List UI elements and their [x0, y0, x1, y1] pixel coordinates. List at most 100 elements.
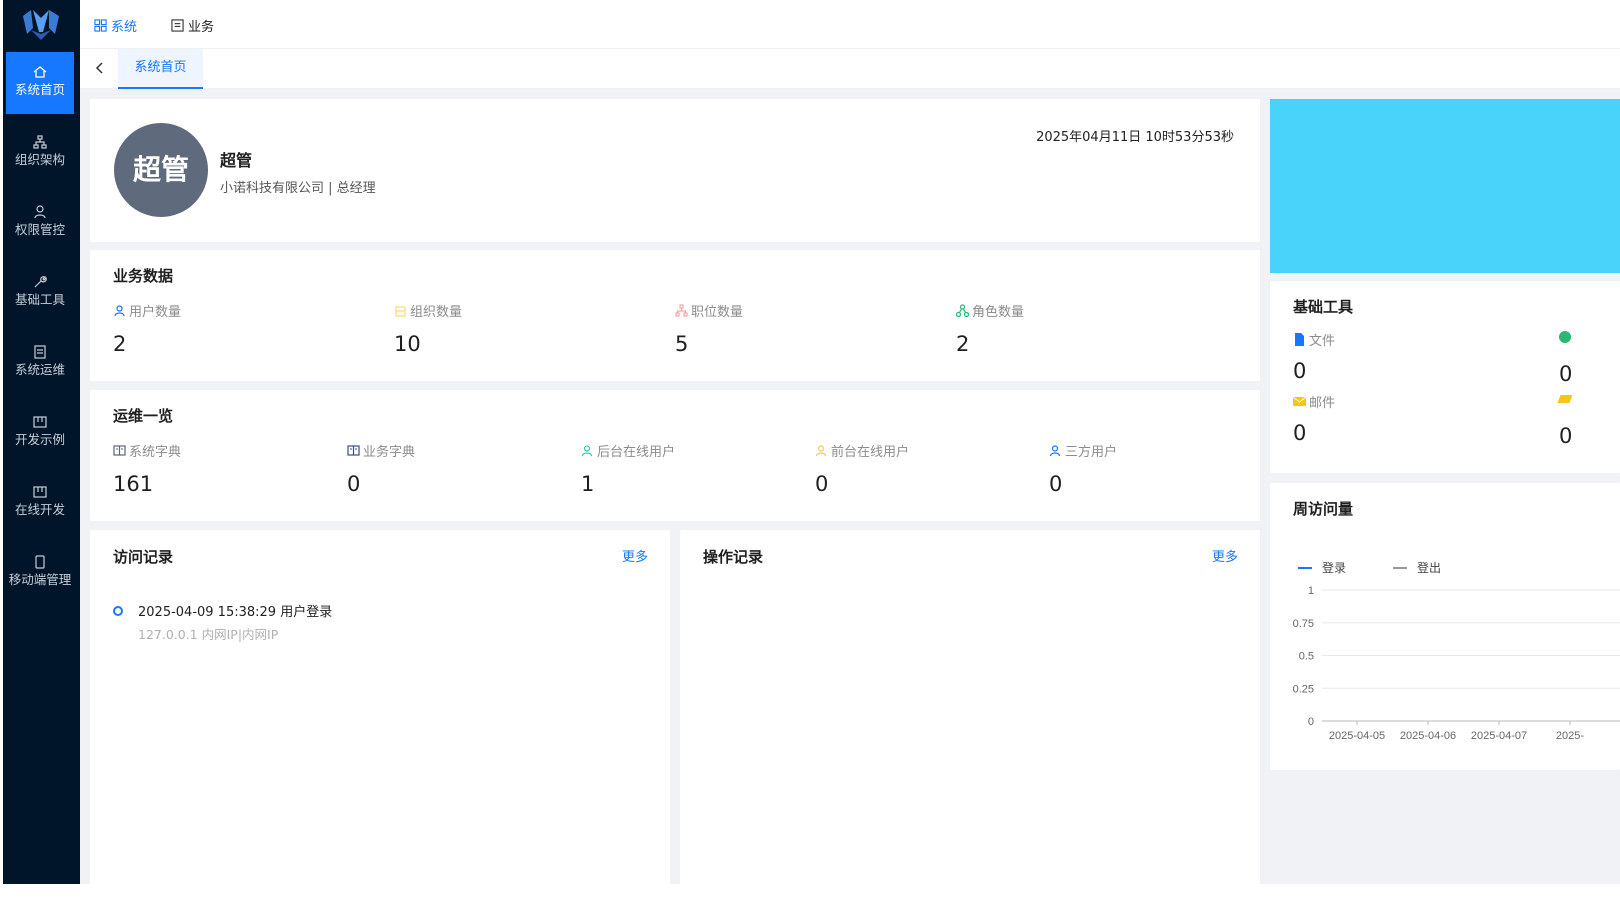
sidebar-item[interactable]: 基础工具 [6, 262, 74, 324]
legend-line [1298, 566, 1312, 569]
basic-tools-card: 基础工具 文件 0 邮件 0 0 0 [1270, 281, 1620, 473]
chevron-left-icon[interactable] [92, 59, 108, 77]
org-icon [33, 135, 47, 149]
business-stat[interactable]: 用户数量 2 [113, 301, 181, 356]
header-tab-system[interactable]: 系统 [94, 16, 137, 35]
chart-title: 周访问量 [1293, 500, 1354, 518]
stat-value: 2 [956, 332, 970, 356]
sidebar-item[interactable]: 开发示例 [6, 402, 74, 464]
window-icon [33, 486, 47, 498]
book-icon [34, 345, 46, 359]
operation-records-card: 操作记录 更多 [680, 530, 1260, 884]
tool-value-partial: 0 [1559, 424, 1573, 448]
banner-image [1270, 99, 1620, 273]
weekly-visits-card: 周访问量 登录 登出 1 0.75 0.5 0.25 0 2025-04-05 2025-0… [1270, 483, 1620, 770]
legend-label: 登出 [1417, 561, 1442, 575]
card-title: 访问记录 [113, 548, 174, 566]
third-party-user-icon [1049, 445, 1061, 457]
business-stat[interactable]: 职位数量 5 [675, 301, 743, 356]
sidebar-item[interactable]: 权限管控 [6, 192, 74, 254]
stat-label: 系统字典 [129, 445, 182, 460]
tool-value: 0 [1293, 359, 1307, 383]
tool-label: 文件 [1309, 334, 1336, 349]
message-icon [1559, 331, 1571, 343]
org-icon [395, 306, 406, 317]
stat-label: 组织数量 [410, 305, 463, 320]
record-detail: 127.0.0.1 内网IP|内网IP [138, 627, 279, 642]
legend-line [1393, 566, 1407, 569]
grid-icon [94, 19, 107, 32]
role-icon [956, 304, 969, 317]
online-user-icon [815, 445, 827, 457]
stat-value: 10 [394, 332, 421, 356]
stat-value: 5 [675, 332, 689, 356]
mobile-icon [35, 555, 45, 569]
tool-value: 0 [1293, 421, 1307, 445]
sidebar-item-label: 基础工具 [14, 292, 65, 307]
ops-overview-card: 运维一览 系统字典 161 业务字典 0 后台在线用户 1 前台在线用户 0 三方用户 0 [90, 390, 1260, 521]
stat-label: 三方用户 [1065, 445, 1118, 460]
card-title: 基础工具 [1293, 298, 1354, 316]
sidebar-item-label: 系统运维 [14, 362, 65, 377]
stat-label: 职位数量 [691, 305, 744, 320]
list-icon [171, 19, 184, 32]
x-tick-label: 2025-04-05 [1329, 730, 1385, 742]
sidebar-item-label: 在线开发 [14, 502, 65, 517]
card-title: 操作记录 [703, 548, 764, 566]
more-link[interactable]: 更多 [1212, 546, 1238, 565]
ops-stat[interactable]: 系统字典 161 [113, 441, 181, 496]
profile-subtitle: 小诺科技有限公司 | 总经理 [220, 181, 376, 196]
stat-label: 后台在线用户 [597, 445, 676, 460]
y-tick-label: 1 [1308, 585, 1314, 597]
sidebar-item[interactable]: 在线开发 [6, 472, 74, 534]
notice-icon [1557, 395, 1573, 403]
window-icon [33, 416, 47, 428]
sidebar-item[interactable]: 系统运维 [6, 332, 74, 394]
stat-label: 用户数量 [129, 305, 182, 320]
more-link[interactable]: 更多 [622, 546, 648, 565]
logo-icon [23, 10, 59, 40]
top-header: 系统 业务 [80, 0, 1620, 49]
profile-card: 超管 超管 小诺科技有限公司 | 总经理 2025年04月11日 10时53分5… [90, 99, 1260, 242]
stat-value: 2 [113, 332, 127, 356]
stat-label: 前台在线用户 [831, 445, 910, 460]
sidebar-item[interactable]: 系统首页 [6, 52, 74, 114]
y-tick-label: 0.75 [1293, 618, 1314, 630]
sidebar-item-label: 系统首页 [14, 82, 65, 97]
sidebar-item[interactable]: 组织架构 [6, 122, 74, 184]
ops-stat[interactable]: 三方用户 0 [1049, 441, 1117, 496]
mail-icon [1293, 396, 1306, 406]
tab-home[interactable]: 系统首页 [118, 49, 203, 89]
file-icon [1295, 333, 1304, 346]
legend-login[interactable]: 登录 [1298, 559, 1346, 576]
sidebar: 系统首页组织架构权限管控基础工具系统运维开发示例在线开发移动端管理 [3, 0, 80, 884]
legend-label: 登录 [1322, 561, 1347, 575]
user-icon [34, 205, 46, 219]
sidebar-item-label: 权限管控 [14, 222, 65, 237]
x-tick-label: 2025-04-06 [1400, 730, 1456, 742]
legend-logout[interactable]: 登出 [1393, 559, 1441, 576]
tool-file[interactable]: 文件 0 [1293, 330, 1335, 383]
main-content: 超管 超管 小诺科技有限公司 | 总经理 2025年04月11日 10时53分5… [80, 89, 1620, 884]
card-title: 业务数据 [113, 267, 174, 285]
stat-label: 业务字典 [363, 445, 416, 460]
sidebar-item-label: 移动端管理 [8, 572, 72, 587]
business-stat[interactable]: 组织数量 10 [394, 301, 462, 356]
ops-stat[interactable]: 前台在线用户 0 [815, 441, 909, 496]
dictionary-icon [113, 445, 126, 456]
tool-mail[interactable]: 邮件 0 [1293, 392, 1335, 445]
ops-stat[interactable]: 后台在线用户 1 [581, 441, 675, 496]
user-icon [114, 305, 125, 317]
sidebar-item-label: 组织架构 [14, 152, 65, 167]
stat-value: 161 [113, 472, 154, 496]
ops-stat[interactable]: 业务字典 0 [347, 441, 415, 496]
page-tabs-bar: 系统首页 [80, 49, 1620, 89]
x-tick-label: 2025-04-07 [1471, 730, 1527, 742]
header-tab-business[interactable]: 业务 [171, 16, 214, 35]
header-tab-label: 系统 [111, 20, 138, 35]
dictionary-icon [347, 445, 360, 456]
stat-value: 1 [581, 472, 595, 496]
visit-records-card: 访问记录 更多 2025-04-09 15:38:29 用户登录 127.0.0… [90, 530, 670, 884]
sidebar-item[interactable]: 移动端管理 [6, 542, 74, 604]
business-stat[interactable]: 角色数量 2 [956, 301, 1024, 356]
